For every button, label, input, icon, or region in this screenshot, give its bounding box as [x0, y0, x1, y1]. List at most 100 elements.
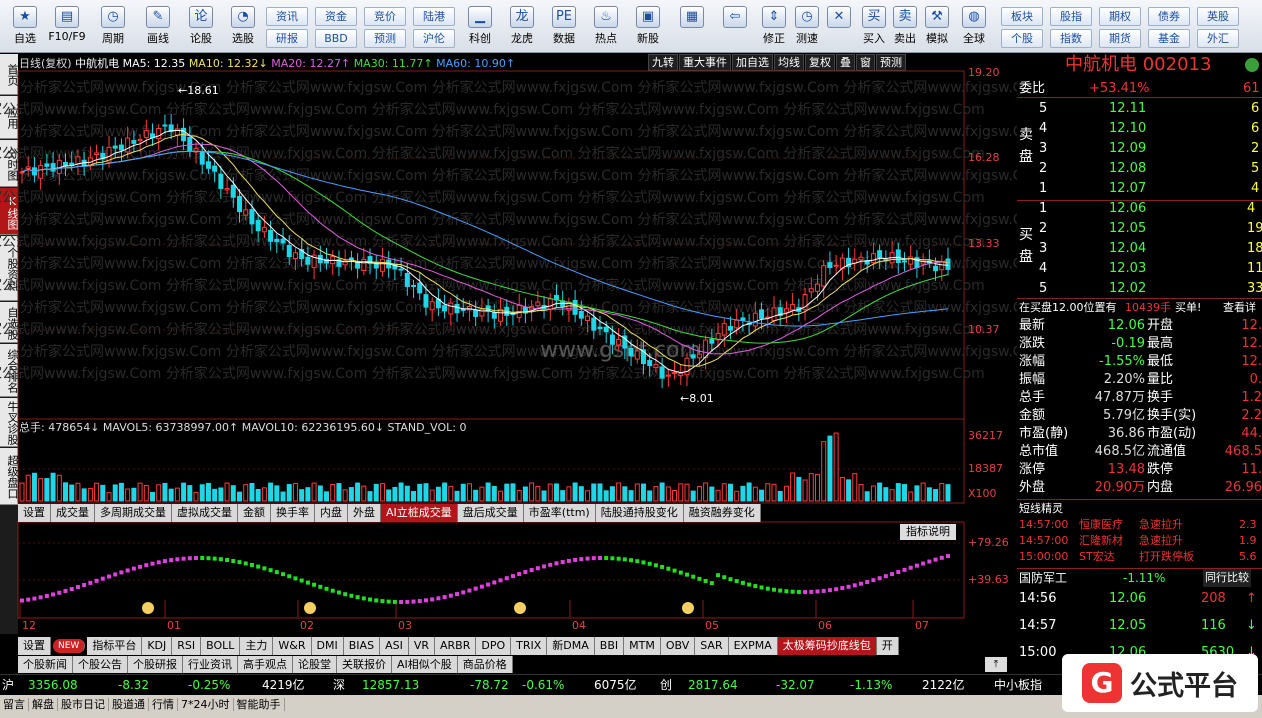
event-row[interactable]: 14:57:00 恒康医疗 急速拉升 2.3	[1017, 517, 1262, 533]
buy-level[interactable]: 3 12.04 18	[1017, 240, 1262, 258]
indicator-tab[interactable]: DPO	[476, 637, 512, 655]
volume-tab[interactable]: 盘后成交量	[457, 504, 524, 522]
sell-level[interactable]: 2 12.08 5	[1017, 160, 1262, 178]
indicator-tab[interactable]: ASI	[380, 637, 409, 655]
news-tab[interactable]: 高手观点	[238, 656, 293, 673]
volume-bar	[870, 485, 876, 502]
indicator-tab[interactable]: TRIX	[511, 637, 548, 655]
sell-level[interactable]: 4 12.10 6	[1017, 120, 1262, 138]
candle	[286, 245, 292, 258]
volume-bar	[44, 478, 50, 502]
news-tab[interactable]: AI相似个股	[392, 656, 458, 673]
indicator-dot	[666, 566, 671, 571]
indicator-tab[interactable]: BBI	[594, 637, 625, 655]
indicator-dot	[716, 573, 721, 578]
stat-label: 量比	[1147, 372, 1174, 387]
buy-level[interactable]: 4 12.03 11	[1017, 260, 1262, 278]
indicator-dot	[94, 578, 99, 583]
candle	[137, 138, 143, 142]
tick-time: 14:57	[1019, 618, 1057, 633]
volume-tab[interactable]: 金额	[238, 504, 271, 522]
indicator-desc-button[interactable]: 指标说明	[900, 524, 956, 540]
volume-bar	[877, 482, 883, 502]
weibi-label: 委比	[1019, 81, 1046, 96]
bottom-bar-item[interactable]: 行情	[149, 698, 178, 711]
indicator-tab[interactable]: 新DMA	[547, 637, 595, 655]
news-tab[interactable]: 商品价格	[457, 656, 513, 673]
volume-tab[interactable]: 外盘	[348, 504, 381, 522]
indicator-tab[interactable]: SAR	[695, 637, 729, 655]
volume-bar	[336, 483, 342, 502]
volume-tab[interactable]: 换手率	[271, 504, 315, 522]
news-tab[interactable]: 个股新闻	[18, 656, 73, 673]
indicator-tab[interactable]: BOLL	[201, 637, 241, 655]
indicator-tab[interactable]: 太极筹码抄底线包	[777, 637, 877, 655]
indicator-tab[interactable]: RSI	[172, 637, 202, 655]
candle	[752, 312, 758, 327]
indicator-tab[interactable]: DMI	[311, 637, 344, 655]
volume-tab[interactable]: 设置	[18, 504, 51, 522]
indicator-tab[interactable]: 主力	[240, 637, 274, 655]
indicator-tab[interactable]: 指标平台	[87, 637, 143, 655]
indicator-dot	[908, 565, 913, 570]
bottom-bar-item[interactable]: 股市日记	[58, 698, 109, 711]
event-row[interactable]: 15:00:00 ST宏达 打开跌停板 5.6	[1017, 549, 1262, 565]
indicator-tab[interactable]: OBV	[660, 637, 696, 655]
news-tab[interactable]: 个股研报	[128, 656, 183, 673]
indicator-dot	[747, 582, 752, 587]
stat-row: 市盈(静) 36.86 市盈(动) 44.	[1017, 425, 1262, 443]
indicator-tab[interactable]: EXPMA	[728, 637, 778, 655]
volume-tab[interactable]: 成交量	[51, 504, 95, 522]
volume-tab[interactable]: 陆股通持股变化	[595, 504, 684, 522]
news-tab[interactable]: 行业资讯	[183, 656, 238, 673]
globe-icon[interactable]	[1245, 58, 1259, 72]
bottom-bar-item[interactable]: 7*24小时	[178, 698, 234, 711]
volume-tab[interactable]: 市盈率(ttm)	[523, 504, 596, 522]
indicator-dot	[51, 592, 56, 597]
sell-level[interactable]: 3 12.09 2	[1017, 140, 1262, 158]
bottom-bar-item[interactable]: 留言	[0, 698, 29, 711]
stat-row: 涨跌 -0.19 最高 12.	[1017, 335, 1262, 353]
buy-level[interactable]: 2 12.05 19	[1017, 220, 1262, 238]
candle	[665, 374, 671, 377]
volume-bar	[348, 487, 354, 502]
indicator-tab[interactable]: BIAS	[343, 637, 381, 655]
news-tab[interactable]: 论股堂	[293, 656, 337, 673]
news-tab[interactable]: 个股公告	[73, 656, 128, 673]
notice-button[interactable]: 查看详	[1223, 299, 1256, 317]
volume-tab[interactable]: 内盘	[315, 504, 348, 522]
buy-level[interactable]: 1 12.06 4	[1017, 200, 1262, 218]
volume-tab[interactable]: AI立桩成交量	[381, 504, 458, 522]
indicator-tab[interactable]: NEW	[53, 639, 86, 653]
indicator-dot	[728, 577, 733, 582]
qty: 4	[1247, 201, 1256, 216]
event-type: 打开跌停板	[1139, 550, 1194, 563]
sell-level[interactable]: 5 12.11 6	[1017, 100, 1262, 118]
volume-tab[interactable]: 多周期成交量	[95, 504, 172, 522]
indicator-tab[interactable]: KDJ	[142, 637, 173, 655]
candle	[44, 163, 50, 167]
stat-value: 5.79亿	[1103, 408, 1145, 423]
buy-level[interactable]: 5 12.02 33	[1017, 280, 1262, 298]
bottom-bar-item[interactable]: 智能助手	[233, 698, 285, 711]
stat-value: 13.48	[1107, 462, 1145, 477]
indicator-tab[interactable]: ARBR	[435, 637, 477, 655]
volume-tab[interactable]: 虚拟成交量	[172, 504, 238, 522]
indicator-tab[interactable]: W&R	[273, 637, 312, 655]
candle	[417, 282, 423, 294]
indicator-tab[interactable]: 开	[876, 637, 899, 655]
volume-tab[interactable]: 融资融券变化	[683, 504, 761, 522]
indicator-tab[interactable]: 设置	[18, 637, 51, 655]
event-row[interactable]: 14:57:00 汇隆新材 急速拉升 1.9	[1017, 533, 1262, 549]
stat-label: 最新	[1019, 318, 1046, 333]
volume-bar	[752, 486, 758, 502]
volume-bar	[597, 483, 603, 502]
bottom-bar-item[interactable]: 解盘	[29, 698, 58, 711]
indicator-tab[interactable]: MTM	[624, 637, 661, 655]
expand-icon[interactable]: ⤒	[985, 657, 1007, 672]
compare-button[interactable]: 同行比较	[1203, 569, 1251, 587]
news-tab[interactable]: 关联报价	[337, 656, 392, 673]
sell-level[interactable]: 1 12.07 4	[1017, 180, 1262, 198]
bottom-bar-item[interactable]: 股道通	[109, 698, 149, 711]
indicator-tab[interactable]: VR	[408, 637, 435, 655]
